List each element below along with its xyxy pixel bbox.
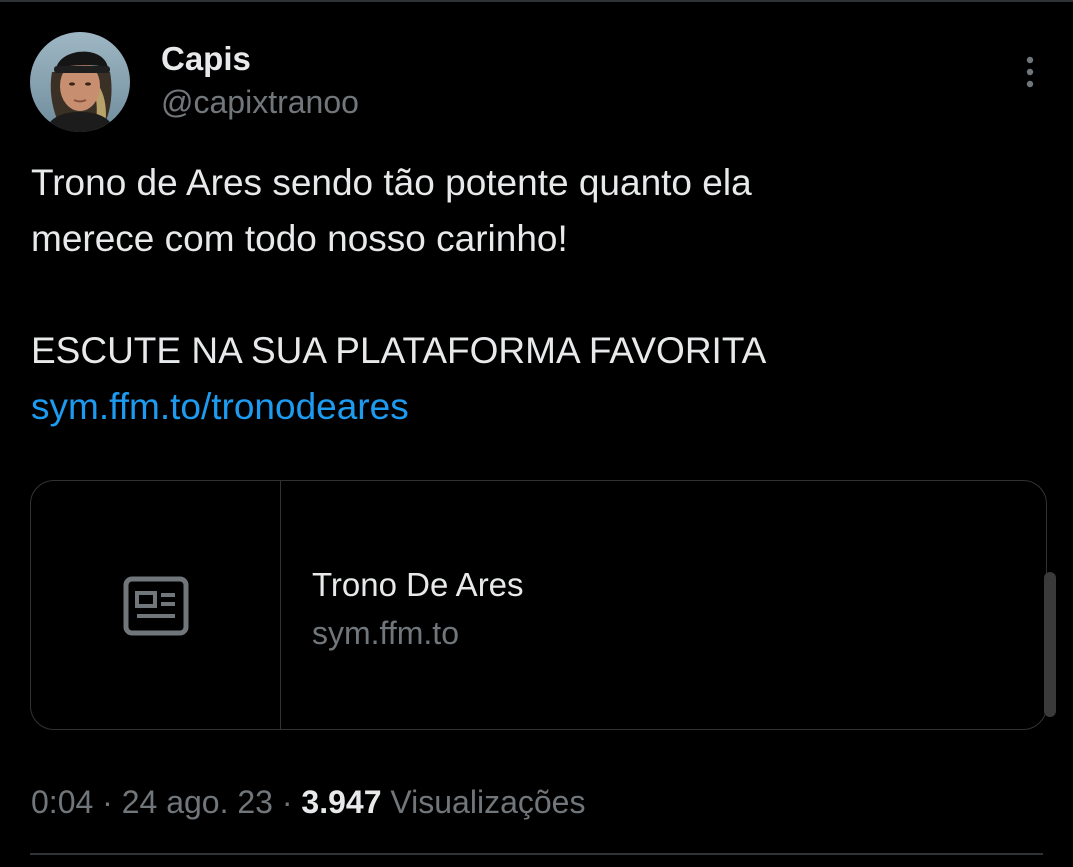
display-name[interactable]: Capis xyxy=(161,40,251,78)
tweet-text-line: ESCUTE NA SUA PLATAFORMA FAVORITA xyxy=(31,330,767,371)
scrollbar[interactable] xyxy=(1044,572,1056,717)
tweet-header: Capis @capixtranoo xyxy=(30,32,1043,132)
more-options-button[interactable] xyxy=(1015,52,1045,92)
top-divider xyxy=(0,0,1073,2)
meta-separator: · xyxy=(102,784,113,820)
card-media xyxy=(31,481,281,729)
tweet-text: Trono de Ares sendo tão potente quanto e… xyxy=(31,155,1041,435)
more-vertical-icon xyxy=(1026,56,1034,88)
article-icon xyxy=(123,576,188,636)
tweet-link[interactable]: sym.ffm.to/tronodeares xyxy=(31,379,1041,435)
avatar[interactable] xyxy=(30,32,130,132)
tweet-text-line: Trono de Ares sendo tão potente quanto e… xyxy=(31,162,752,203)
card-title: Trono De Ares xyxy=(312,566,524,603)
tweet-text-line: merece com todo nosso carinho! xyxy=(31,218,568,259)
tweet-date[interactable]: 24 ago. 23 xyxy=(122,784,273,820)
link-preview-card[interactable]: Trono De Ares sym.ffm.to xyxy=(30,480,1047,730)
card-domain: sym.ffm.to xyxy=(312,615,459,651)
bottom-divider xyxy=(30,853,1043,855)
views-count: 3.947 xyxy=(301,784,382,820)
avatar-image xyxy=(30,32,130,132)
tweet-time[interactable]: 0:04 xyxy=(31,784,93,820)
meta-separator: · xyxy=(281,784,293,820)
views-label: Visualizações xyxy=(390,784,586,820)
user-handle[interactable]: @capixtranoo xyxy=(161,83,359,121)
tweet-meta: 0:04 · 24 ago. 23 · 3.947 Visualizações xyxy=(31,782,585,822)
